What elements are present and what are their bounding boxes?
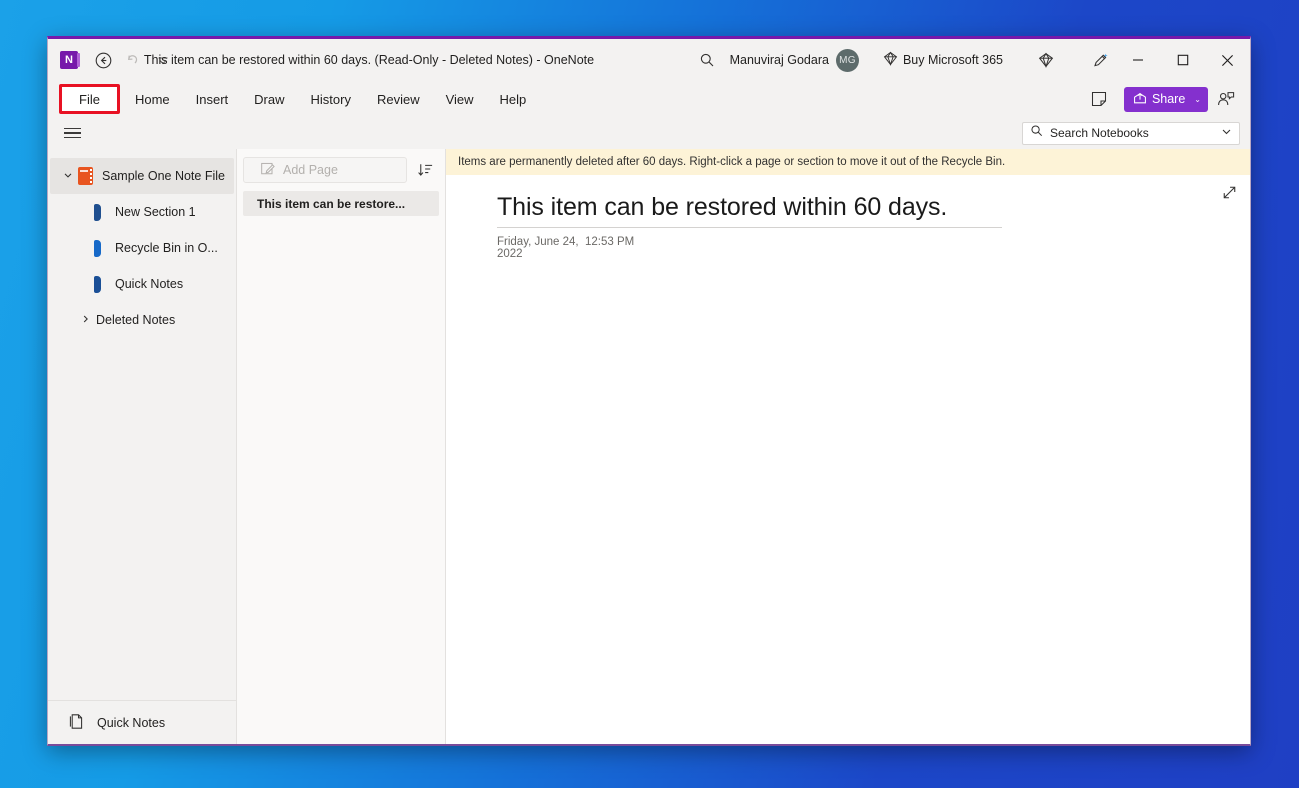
tab-file-highlight: File — [59, 84, 120, 114]
buy-microsoft-365-button[interactable]: Buy Microsoft 365 — [883, 51, 1003, 69]
share-people-icon[interactable] — [1210, 84, 1240, 114]
diamond-icon — [883, 51, 898, 69]
notebook-navigation-pane: Sample One Note File New Section 1 Recyc… — [48, 149, 237, 744]
sort-icon[interactable] — [413, 158, 437, 182]
add-page-button[interactable]: Add Page — [243, 157, 407, 183]
quick-notes-footer-button[interactable]: Quick Notes — [48, 700, 236, 744]
tab-review[interactable]: Review — [364, 86, 433, 112]
deleted-notes-label: Deleted Notes — [96, 313, 176, 327]
tab-history[interactable]: History — [298, 86, 364, 112]
tab-help[interactable]: Help — [487, 86, 540, 112]
page-title[interactable]: This item can be restored within 60 days… — [497, 193, 1002, 228]
sidebar-item-deleted-notes[interactable]: Deleted Notes — [48, 302, 236, 338]
page-date[interactable]: Friday, June 24, 2022 — [497, 236, 579, 260]
title-bar: N This item can be restored within 60 da… — [48, 39, 1250, 81]
maximize-button[interactable] — [1160, 39, 1205, 81]
search-notebooks-box[interactable]: Search Notebooks — [1022, 121, 1240, 145]
page-time[interactable]: 12:53 PM — [585, 236, 634, 260]
sticky-note-icon[interactable] — [1084, 84, 1114, 114]
page-canvas[interactable]: This item can be restored within 60 days… — [446, 175, 1250, 744]
ribbon-right-group: Share ⌄ — [1084, 84, 1250, 114]
section-label: New Section 1 — [115, 205, 196, 219]
chevron-down-icon[interactable] — [58, 170, 78, 182]
titlebar-right-group: Manuviraj Godara MG Buy Microsoft 365 — [692, 39, 1250, 81]
back-arrow-icon[interactable] — [88, 45, 118, 75]
minimize-button[interactable] — [1115, 39, 1160, 81]
sidebar-item-recycle-bin[interactable]: Recycle Bin in O... — [48, 230, 236, 266]
new-page-icon — [260, 161, 275, 179]
page-list-toolbar: Add Page — [237, 149, 445, 191]
main-body: Sample One Note File New Section 1 Recyc… — [48, 149, 1250, 744]
share-button[interactable]: Share ⌄ — [1123, 86, 1208, 112]
section-color-icon — [94, 275, 101, 293]
onenote-window: N This item can be restored within 60 da… — [47, 36, 1251, 746]
undo-icon[interactable] — [118, 45, 148, 75]
sidebar-item-notebook[interactable]: Sample One Note File — [50, 158, 234, 194]
search-icon[interactable] — [692, 45, 722, 75]
page-content-pane: Items are permanently deleted after 60 d… — [446, 149, 1250, 744]
notebook-label: Sample One Note File — [102, 169, 225, 183]
search-row: Search Notebooks — [48, 117, 1250, 149]
avatar[interactable]: MG — [835, 48, 859, 72]
notebook-icon — [78, 167, 93, 185]
sidebar-item-new-section-1[interactable]: New Section 1 — [48, 194, 236, 230]
section-label: Quick Notes — [115, 277, 184, 291]
onenote-logo-icon: N — [60, 51, 80, 69]
add-page-label: Add Page — [283, 163, 338, 177]
expand-diagonal-icon[interactable] — [1218, 181, 1240, 203]
recycle-bin-notice-bar: Items are permanently deleted after 60 d… — [446, 149, 1250, 175]
diamond-icon[interactable] — [1031, 45, 1061, 75]
search-input[interactable]: Search Notebooks — [1050, 126, 1214, 140]
ribbon-tab-bar: File Home Insert Draw History Review Vie… — [48, 81, 1250, 117]
pen-draw-icon[interactable] — [1085, 45, 1115, 75]
share-icon — [1133, 91, 1147, 108]
section-label: Recycle Bin in O... — [115, 241, 218, 255]
share-label: Share — [1151, 92, 1186, 106]
chevron-down-icon[interactable] — [1221, 124, 1232, 142]
tab-draw[interactable]: Draw — [241, 86, 297, 112]
tab-insert[interactable]: Insert — [183, 86, 242, 112]
ribbon-tabs: File Home Insert Draw History Review Vie… — [48, 81, 539, 117]
account-name[interactable]: Manuviraj Godara — [730, 53, 829, 67]
buy-microsoft-365-label: Buy Microsoft 365 — [902, 53, 1003, 67]
page-metadata: Friday, June 24, 2022 12:53 PM — [497, 236, 1250, 260]
page-list-pane: Add Page This item can be restore... — [237, 149, 446, 744]
tab-file[interactable]: File — [62, 86, 117, 112]
chevron-right-icon[interactable] — [74, 314, 96, 327]
sidebar-item-quick-notes[interactable]: Quick Notes — [48, 266, 236, 302]
notebook-list: Sample One Note File New Section 1 Recyc… — [48, 149, 236, 700]
tab-home[interactable]: Home — [122, 86, 183, 112]
section-color-icon — [94, 203, 101, 221]
tab-view[interactable]: View — [433, 86, 487, 112]
close-button[interactable] — [1205, 39, 1250, 81]
chevron-down-icon[interactable]: ⌄ — [1194, 95, 1201, 104]
page-list-item[interactable]: This item can be restore... — [243, 191, 439, 216]
quick-notes-label: Quick Notes — [97, 715, 166, 730]
search-icon — [1030, 124, 1043, 142]
page-icon — [68, 713, 84, 733]
hamburger-menu-icon[interactable] — [60, 121, 88, 145]
section-color-icon — [94, 239, 101, 257]
customize-quick-access-icon[interactable] — [148, 45, 178, 75]
